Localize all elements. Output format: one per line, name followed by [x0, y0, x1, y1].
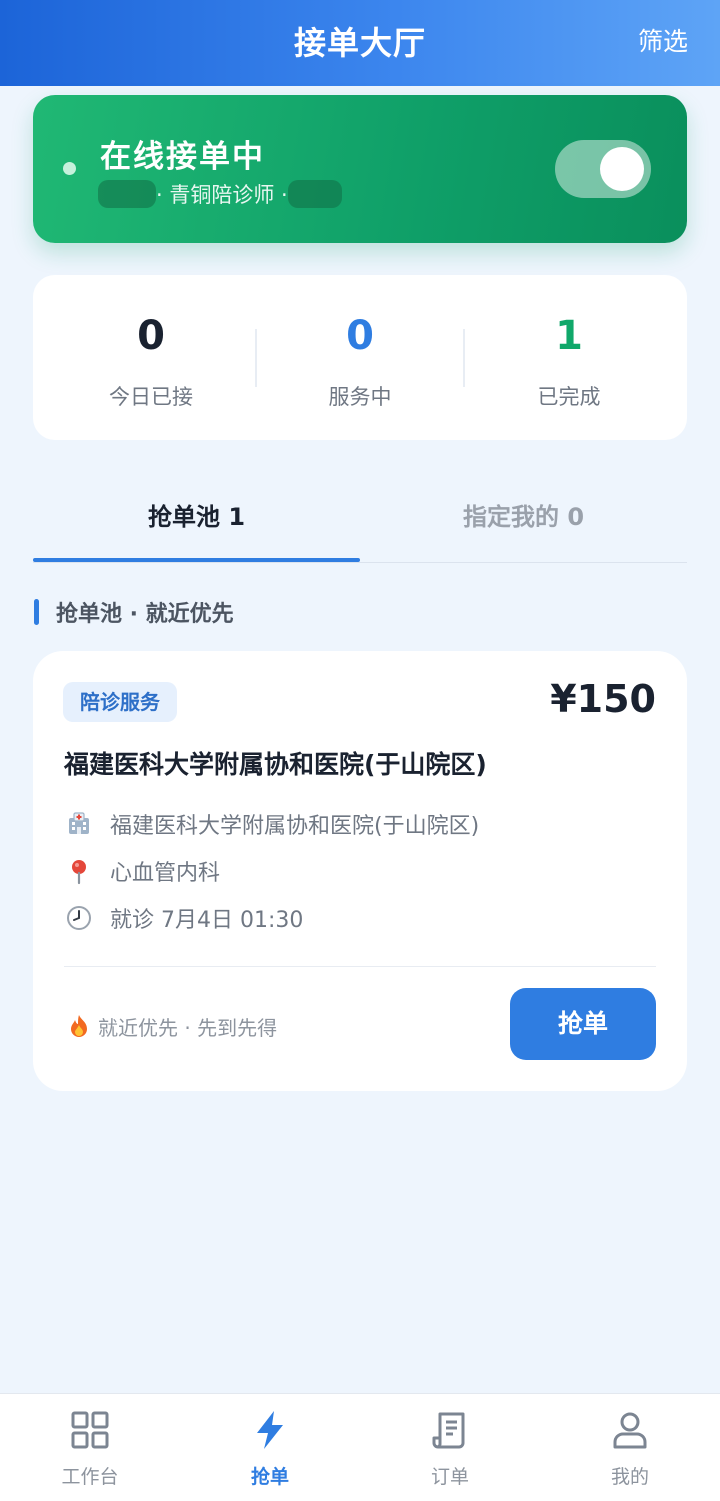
nav-label: 我的 — [610, 1466, 649, 1488]
stat-label: 已完成 — [537, 385, 601, 409]
department-name: 心血管内科 — [110, 861, 221, 886]
nav-orders[interactable]: 订单 — [360, 1394, 540, 1501]
bottom-tab-bar: 工作台 抢单 订单 我的 — [0, 1393, 720, 1501]
nav-grab[interactable]: 抢单 — [180, 1394, 360, 1501]
fire-icon — [64, 1011, 94, 1041]
app-header: 接单大厅 筛选 — [0, 0, 720, 86]
service-tag: 陪诊服务 — [63, 682, 177, 722]
stat-today-accepted: 0 今日已接 — [42, 275, 260, 440]
info-row-department: 心血管内科 — [64, 855, 220, 887]
stat-value: 1 — [555, 313, 583, 359]
redacted-name — [98, 180, 156, 208]
pin-icon — [64, 856, 94, 886]
user-icon — [610, 1410, 650, 1450]
clock-icon — [64, 903, 94, 933]
tab-grab-pool[interactable]: 抢单池 1 — [33, 478, 360, 560]
hint-text: 就近优先 · 先到先得 — [98, 1015, 278, 1040]
provider-level: · 青铜陪诊师 · — [156, 183, 288, 207]
tab-divider — [33, 562, 687, 563]
online-status-card: 在线接单中 · 青铜陪诊师 · — [33, 95, 687, 243]
redacted-id — [287, 180, 342, 208]
grid-icon — [70, 1410, 110, 1450]
nav-profile[interactable]: 我的 — [540, 1394, 720, 1501]
nav-label: 订单 — [430, 1466, 469, 1488]
stats-card: 0 今日已接 0 服务中 1 已完成 — [33, 275, 687, 440]
nav-label: 抢单 — [250, 1466, 289, 1488]
appointment-time: 就诊 7月4日 01:30 — [110, 908, 304, 933]
receipt-icon — [430, 1410, 470, 1450]
info-row-time: 就诊 7月4日 01:30 — [64, 902, 303, 934]
info-row-hospital: 福建医科大学附属协和医院(于山院区) — [64, 808, 479, 840]
nav-workbench[interactable]: 工作台 — [0, 1394, 180, 1501]
stat-value: 0 — [137, 313, 165, 359]
tab-assigned-to-me[interactable]: 指定我的 0 — [360, 478, 687, 560]
stat-in-service: 0 服务中 — [251, 275, 469, 440]
stat-label: 服务中 — [328, 385, 392, 409]
status-dot — [63, 162, 76, 175]
section-title: 抢单池 · 就近优先 — [56, 602, 234, 627]
section-accent-bar — [34, 599, 39, 625]
order-price: ¥150 — [550, 677, 656, 721]
hospital-title: 福建医科大学附属协和医院(于山院区) — [64, 750, 487, 779]
grab-order-button[interactable]: 抢单 — [510, 988, 656, 1060]
page-title: 接单大厅 — [293, 24, 426, 62]
provider-info: · 青铜陪诊师 · — [98, 179, 342, 209]
order-card[interactable]: 陪诊服务 ¥150 福建医科大学附属协和医院(于山院区) 福建医科大学附属协和医… — [33, 651, 687, 1091]
stat-completed: 1 已完成 — [460, 275, 678, 440]
order-hint: 就近优先 · 先到先得 — [64, 1011, 277, 1041]
toggle-knob — [600, 147, 644, 191]
hospital-icon — [64, 809, 94, 839]
card-divider — [64, 966, 656, 967]
order-tabs: 抢单池 1 指定我的 0 — [33, 478, 687, 564]
stat-label: 今日已接 — [109, 385, 193, 409]
hospital-name: 福建医科大学附属协和医院(于山院区) — [110, 814, 480, 839]
online-status-title: 在线接单中 — [100, 139, 265, 175]
online-toggle[interactable] — [555, 140, 651, 198]
lightning-icon — [250, 1410, 290, 1450]
filter-button[interactable]: 筛选 — [638, 22, 688, 58]
stat-value: 0 — [346, 313, 374, 359]
nav-label: 工作台 — [61, 1466, 119, 1488]
